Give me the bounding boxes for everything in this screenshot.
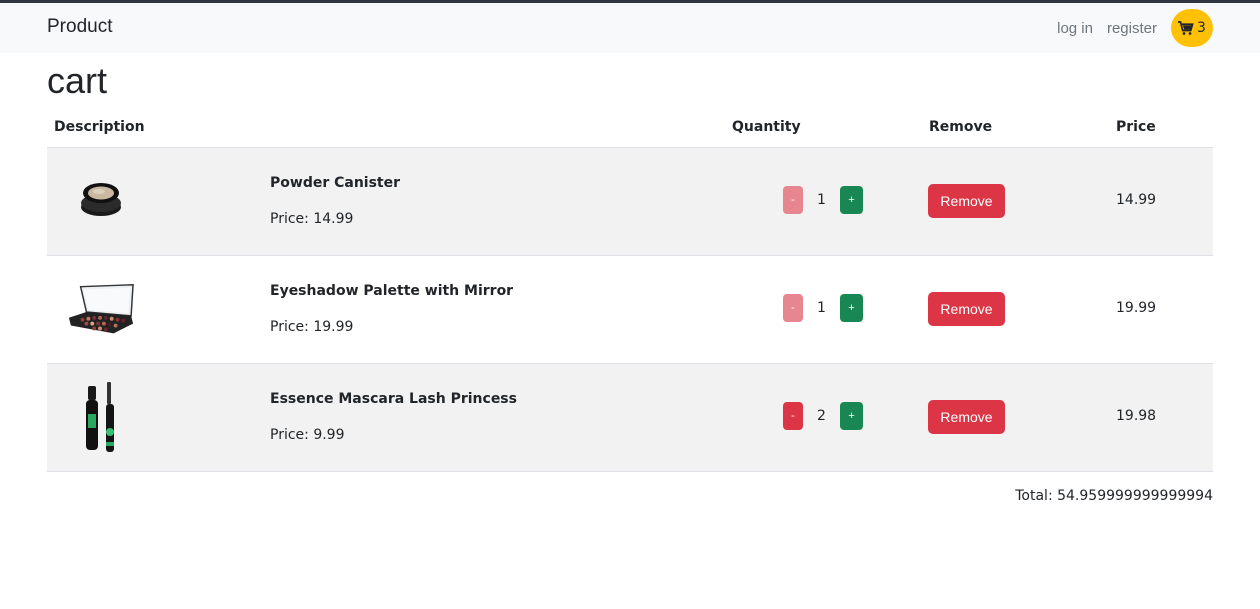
line-total: 19.99 — [1116, 300, 1157, 316]
quantity-stepper: - 1 + — [783, 186, 863, 214]
remove-button[interactable]: Remove — [928, 292, 1005, 326]
product-name: Essence Mascara Lash Princess — [270, 391, 517, 407]
navbar: Product log in register 3 — [0, 3, 1260, 53]
decrease-quantity-button[interactable]: - — [783, 402, 803, 430]
line-total: 14.99 — [1116, 192, 1157, 208]
nav-links: log in register 3 — [1043, 9, 1213, 47]
product-name: Eyeshadow Palette with Mirror — [270, 283, 514, 299]
quantity-stepper: - 1 + — [783, 294, 863, 322]
cart-table: Description Quantity Remove Price Powder… — [47, 108, 1213, 472]
cart-icon — [1178, 20, 1194, 35]
increase-quantity-button[interactable]: + — [840, 402, 863, 430]
header-price: Price — [1116, 119, 1156, 135]
login-link[interactable]: log in — [1057, 20, 1093, 37]
product-price: Price: 9.99 — [270, 427, 345, 443]
eyeshadow-palette-image — [67, 276, 135, 344]
table-row: Powder Canister Price: 14.99 - 1 + Remov… — [47, 148, 1213, 256]
decrease-quantity-button[interactable]: - — [783, 294, 803, 322]
page-title: cart — [47, 60, 108, 101]
table-row: Essence Mascara Lash Princess Price: 9.9… — [47, 364, 1213, 472]
register-link[interactable]: register — [1107, 20, 1157, 37]
remove-button[interactable]: Remove — [928, 400, 1005, 434]
increase-quantity-button[interactable]: + — [840, 186, 863, 214]
cart-total: Total: 54.959999999999994 — [1015, 488, 1213, 504]
cart-count: 3 — [1197, 20, 1206, 36]
quantity-stepper: - 2 + — [783, 402, 863, 430]
header-remove: Remove — [929, 119, 993, 135]
cart-button[interactable]: 3 — [1171, 9, 1213, 47]
decrease-quantity-button[interactable]: - — [783, 186, 803, 214]
powder-compact-image — [67, 168, 135, 236]
table-row: Eyeshadow Palette with Mirror Price: 19.… — [47, 256, 1213, 364]
quantity-value: 2 — [817, 408, 826, 424]
product-price: Price: 19.99 — [270, 319, 354, 335]
header-description: Description — [54, 119, 145, 135]
product-name: Powder Canister — [270, 175, 401, 191]
brand-link[interactable]: Product — [47, 16, 112, 38]
table-header: Description Quantity Remove Price — [47, 108, 1213, 148]
product-price: Price: 14.99 — [270, 211, 354, 227]
remove-button[interactable]: Remove — [928, 184, 1005, 218]
mascara-image — [67, 382, 135, 452]
quantity-value: 1 — [817, 192, 826, 208]
increase-quantity-button[interactable]: + — [840, 294, 863, 322]
line-total: 19.98 — [1116, 408, 1157, 424]
quantity-value: 1 — [817, 300, 826, 316]
header-quantity: Quantity — [732, 119, 801, 135]
